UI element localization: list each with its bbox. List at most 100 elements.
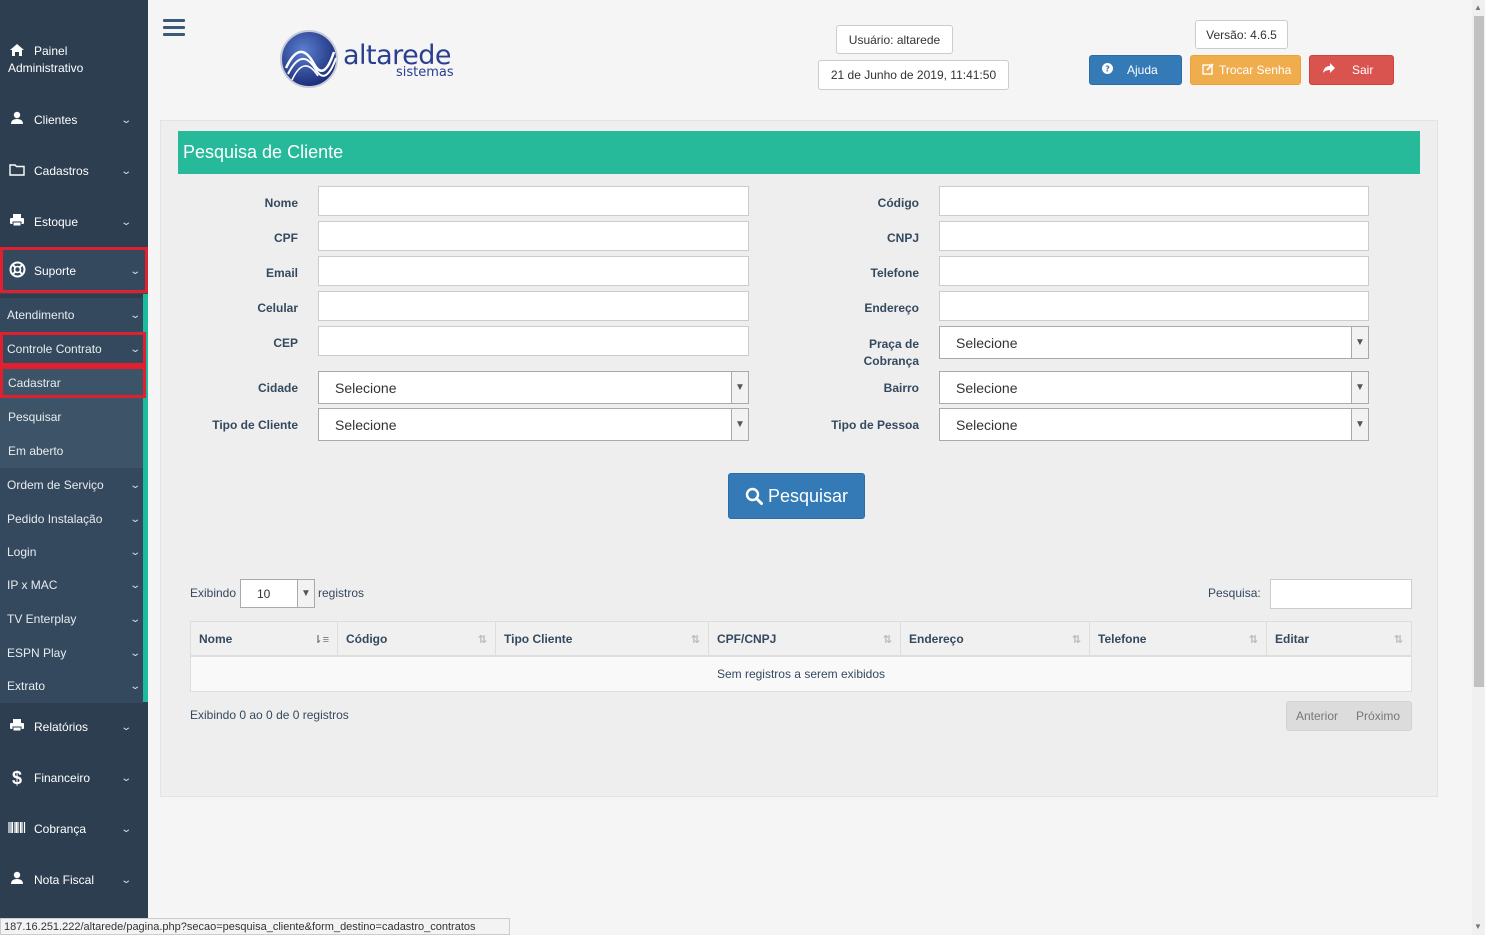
cnpj-input[interactable] bbox=[939, 221, 1369, 251]
telefone-input[interactable] bbox=[939, 256, 1369, 286]
sidebar-subsub-label: Em aberto bbox=[8, 444, 64, 458]
change-password-button[interactable]: Trocar Senha bbox=[1190, 55, 1301, 85]
logout-button[interactable]: Sair bbox=[1309, 55, 1394, 85]
column-header-label: Nome bbox=[199, 632, 233, 646]
column-header-label: Tipo Cliente bbox=[504, 632, 573, 646]
label-email: Email bbox=[265, 266, 298, 280]
bairro-select-value: Selecione bbox=[956, 379, 1018, 396]
column-header-tipo-cliente[interactable]: Tipo Cliente ⇅ bbox=[496, 622, 709, 656]
scroll-up-icon[interactable]: ▲ bbox=[1474, 3, 1482, 12]
label-cpf: CPF bbox=[274, 231, 298, 245]
chevron-down-icon: ▼ bbox=[297, 580, 314, 607]
celular-input[interactable] bbox=[318, 291, 749, 321]
sidebar: Painel Administrativo Clientes ⌄ Cadastr… bbox=[0, 0, 148, 935]
cidade-select[interactable]: Selecione ▼ bbox=[318, 371, 749, 404]
chevron-down-icon: ⌄ bbox=[128, 479, 141, 491]
bairro-select[interactable]: Selecione ▼ bbox=[939, 371, 1369, 404]
chevron-down-icon: ⌄ bbox=[119, 823, 132, 835]
tipo-pessoa-select-value: Selecione bbox=[956, 416, 1018, 433]
sidebar-sub-tv-enterplay[interactable]: TV Enterplay ⌄ bbox=[0, 602, 143, 636]
sidebar-label-clientes: Clientes bbox=[34, 113, 78, 127]
help-button[interactable]: ? Ajuda bbox=[1089, 55, 1182, 85]
sidebar-subsub-em-aberto[interactable]: Em aberto bbox=[0, 434, 143, 468]
question-icon: ? bbox=[1102, 63, 1113, 77]
column-header-endereco[interactable]: Endereço ⇅ bbox=[901, 622, 1090, 656]
column-header-codigo[interactable]: Código ⇅ bbox=[338, 622, 496, 656]
column-header-editar[interactable]: Editar ⇅ bbox=[1267, 622, 1411, 656]
user-icon bbox=[8, 111, 26, 129]
praca-cobranca-select[interactable]: Selecione ▼ bbox=[939, 326, 1369, 359]
sidebar-sub-extrato[interactable]: Extrato ⌄ bbox=[0, 669, 143, 703]
label-tipo-pessoa: Tipo de Pessoa bbox=[831, 418, 919, 432]
sidebar-item-cobranca[interactable]: Cobrança ⌄ bbox=[0, 817, 148, 841]
sidebar-item-painel[interactable]: Painel Administrativo bbox=[0, 42, 148, 78]
tipo-cliente-select-value: Selecione bbox=[335, 416, 397, 433]
menu-toggle-icon[interactable] bbox=[163, 19, 185, 37]
email-input[interactable] bbox=[318, 256, 749, 286]
cpf-input[interactable] bbox=[318, 221, 749, 251]
column-header-nome[interactable]: Nome ⇂≡ bbox=[191, 622, 338, 656]
label-praca-line2: Cobrança bbox=[863, 354, 919, 368]
sidebar-item-relatorios[interactable]: Relatórios ⌄ bbox=[0, 715, 148, 739]
column-header-telefone[interactable]: Telefone ⇅ bbox=[1090, 622, 1267, 656]
scrollbar-thumb[interactable] bbox=[1474, 16, 1484, 687]
chevron-down-icon: ⌄ bbox=[128, 613, 141, 625]
table-search-input[interactable] bbox=[1270, 579, 1412, 609]
label-telefone: Telefone bbox=[870, 266, 919, 280]
sidebar-sub-ip-mac[interactable]: IP x MAC ⌄ bbox=[0, 568, 143, 602]
vertical-scrollbar[interactable]: ▲ ▼ bbox=[1472, 0, 1485, 935]
column-header-label: Editar bbox=[1275, 632, 1310, 646]
sidebar-sub-label: Login bbox=[7, 545, 37, 559]
codigo-input[interactable] bbox=[939, 186, 1369, 216]
sidebar-label-relatorios: Relatórios bbox=[34, 720, 89, 734]
chevron-down-icon: ▼ bbox=[731, 409, 748, 440]
sort-icon: ⇅ bbox=[1393, 633, 1403, 646]
sidebar-subsub-label: Pesquisar bbox=[8, 410, 62, 424]
change-password-label: Trocar Senha bbox=[1219, 63, 1292, 77]
label-praca-line1: Praça de bbox=[868, 337, 919, 351]
sidebar-item-estoque[interactable]: Estoque ⌄ bbox=[0, 210, 148, 234]
sort-icon: ⇅ bbox=[1248, 633, 1258, 646]
sidebar-sub-espn-play[interactable]: ESPN Play ⌄ bbox=[0, 636, 143, 670]
sort-icon: ⇅ bbox=[882, 633, 892, 646]
sidebar-item-cadastros[interactable]: Cadastros ⌄ bbox=[0, 159, 148, 183]
previous-page-button[interactable]: Anterior bbox=[1287, 709, 1347, 723]
page-length-select[interactable]: 10 ▼ bbox=[240, 579, 315, 608]
column-header-cpf-cnpj[interactable]: CPF/CNPJ ⇅ bbox=[709, 622, 901, 656]
sidebar-sub-login[interactable]: Login ⌄ bbox=[0, 535, 143, 569]
label-codigo: Código bbox=[877, 196, 919, 210]
label-bairro: Bairro bbox=[883, 381, 919, 395]
next-page-button[interactable]: Próximo bbox=[1347, 709, 1409, 723]
sidebar-sub-atendimento[interactable]: Atendimento ⌄ bbox=[0, 298, 143, 332]
table-header: Nome ⇂≡ Código ⇅ Tipo Cliente ⇅ CPF/CNPJ… bbox=[190, 621, 1412, 657]
printer-icon bbox=[8, 213, 26, 231]
label-cep: CEP bbox=[273, 336, 298, 350]
table-empty-row: Sem registros a serem exibidos bbox=[190, 657, 1412, 692]
sidebar-item-clientes[interactable]: Clientes ⌄ bbox=[0, 108, 148, 132]
sidebar-sub-label: Pedido Instalação bbox=[7, 512, 103, 526]
scroll-down-icon[interactable]: ▼ bbox=[1474, 922, 1482, 931]
barcode-icon bbox=[8, 821, 26, 838]
nome-input[interactable] bbox=[318, 186, 749, 216]
sidebar-item-nota-fiscal[interactable]: Nota Fiscal ⌄ bbox=[0, 868, 148, 892]
chevron-down-icon: ⌄ bbox=[128, 309, 141, 321]
cep-input[interactable] bbox=[318, 326, 749, 356]
highlight-box bbox=[0, 247, 148, 293]
sidebar-sub-ordem-servico[interactable]: Ordem de Serviço ⌄ bbox=[0, 468, 143, 502]
chevron-down-icon: ⌄ bbox=[119, 721, 132, 733]
sort-asc-icon: ⇂≡ bbox=[313, 633, 329, 646]
sort-icon: ⇅ bbox=[1071, 633, 1081, 646]
endereco-input[interactable] bbox=[939, 291, 1369, 321]
sidebar-item-financeiro[interactable]: $ Financeiro ⌄ bbox=[0, 766, 148, 790]
sidebar-label-financeiro: Financeiro bbox=[34, 771, 91, 785]
pesquisar-button[interactable]: Pesquisar bbox=[728, 473, 865, 519]
sidebar-subsub-pesquisar[interactable]: Pesquisar bbox=[0, 400, 143, 434]
sidebar-sub-label: ESPN Play bbox=[7, 646, 67, 660]
sidebar-sub-label: Extrato bbox=[7, 679, 46, 693]
tipo-cliente-select[interactable]: Selecione ▼ bbox=[318, 408, 749, 441]
sidebar-sub-label: Atendimento bbox=[7, 308, 75, 322]
chevron-down-icon: ⌄ bbox=[119, 165, 132, 177]
sidebar-sub-pedido-instalacao[interactable]: Pedido Instalação ⌄ bbox=[0, 502, 143, 536]
svg-text:?: ? bbox=[1105, 65, 1110, 74]
tipo-pessoa-select[interactable]: Selecione ▼ bbox=[939, 408, 1369, 441]
